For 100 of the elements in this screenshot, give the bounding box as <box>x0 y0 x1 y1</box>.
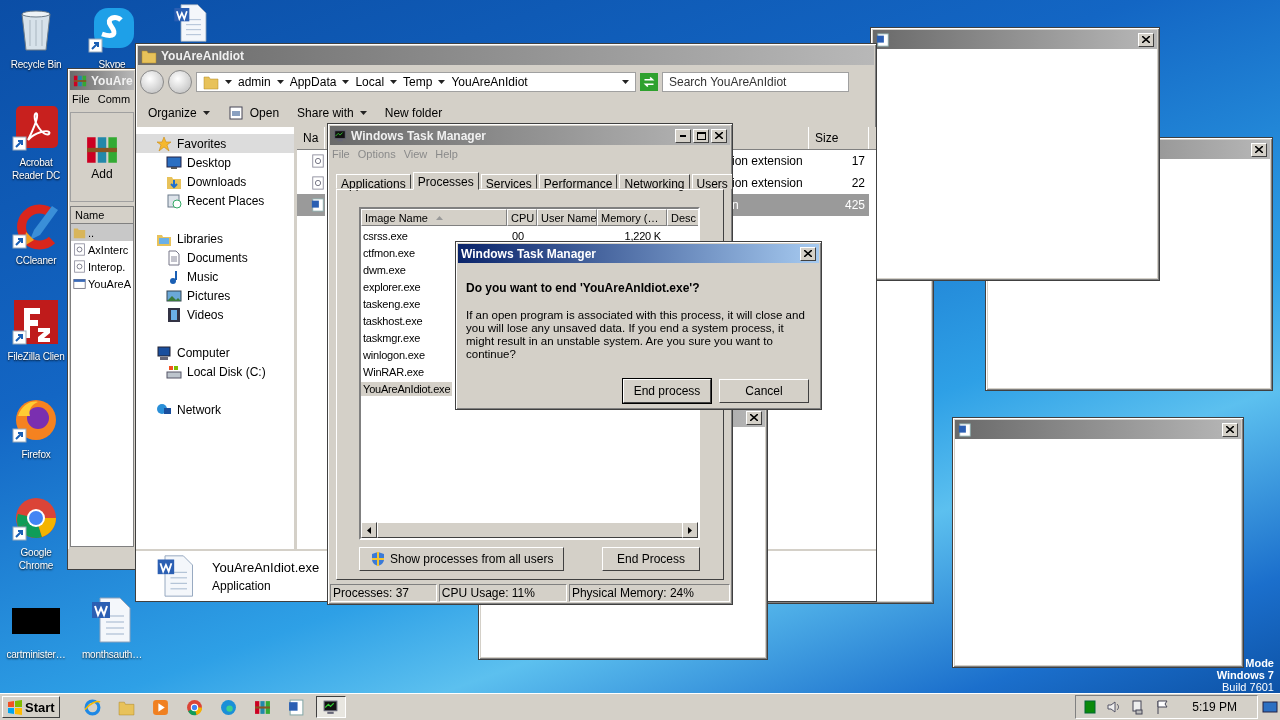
nav-item[interactable]: Favorites <box>136 134 294 153</box>
breadcrumb-item[interactable]: Temp <box>403 75 433 89</box>
close-button[interactable] <box>1222 422 1238 437</box>
file-row[interactable]: YouAreA <box>71 275 133 292</box>
tab[interactable]: Networking <box>619 174 690 189</box>
document-icon <box>958 422 972 437</box>
start-button[interactable]: Start <box>2 696 60 718</box>
breadcrumb-item[interactable]: AppData <box>289 75 337 89</box>
column-header[interactable]: Na <box>297 127 325 149</box>
file-row[interactable]: Interop. <box>71 258 133 275</box>
show-desktop-icon[interactable] <box>1262 699 1278 715</box>
close-button[interactable] <box>1251 142 1267 157</box>
table-cell-text: 00 <box>511 229 525 242</box>
toolbar-label[interactable]: Add <box>91 167 113 181</box>
table-cell-text: 1,220 K <box>623 229 662 242</box>
breadcrumb-item[interactable]: Local <box>355 75 385 89</box>
process-name[interactable]: dwm.exe <box>361 262 408 277</box>
tab[interactable]: Performance <box>538 174 618 189</box>
show-all-button[interactable]: Show processes from all users <box>359 547 565 571</box>
maximize-button[interactable] <box>693 128 709 143</box>
file-size-cell[interactable]: 22 <box>809 172 869 194</box>
column-header[interactable]: Desc <box>667 209 698 226</box>
document-app-icon[interactable] <box>12 104 60 152</box>
nav-item[interactable]: Network <box>136 400 294 419</box>
menu-item[interactable]: File <box>72 93 90 107</box>
column-header[interactable]: Name <box>71 207 133 224</box>
icon-label[interactable]: Recycle Bin <box>10 58 62 71</box>
nav-item[interactable]: Desktop <box>136 153 294 172</box>
end-process-button[interactable]: End Process <box>602 547 700 571</box>
window-title: YouAre <box>91 73 133 88</box>
close-button[interactable] <box>711 128 727 143</box>
archive-icon <box>73 73 87 88</box>
icon-label[interactable]: CCleaner <box>15 254 57 267</box>
process-name[interactable]: ctfmon.exe <box>361 245 417 260</box>
icon-label[interactable]: Firefox <box>21 448 51 461</box>
nav-item[interactable]: Libraries <box>136 229 294 248</box>
app-icon[interactable] <box>12 298 60 346</box>
toolbar-button[interactable]: Organize <box>148 106 210 120</box>
process-name[interactable]: taskeng.exe <box>361 296 423 311</box>
menu-item[interactable]: Comm <box>97 93 131 107</box>
close-button[interactable] <box>1138 32 1154 47</box>
dialog-button[interactable]: Cancel <box>719 379 809 403</box>
tab[interactable]: Applications <box>336 174 411 189</box>
process-name[interactable]: taskmgr.exe <box>361 330 423 345</box>
dialog-message: If an open program is associated with this process, it will close and you will lose any unsaved data. If you end a system process, it might result in an unstable system. Are you sure you want to continue? <box>466 309 806 361</box>
close-icon <box>1142 36 1150 43</box>
flag-icon[interactable] <box>1154 699 1171 715</box>
close-button[interactable] <box>800 246 816 261</box>
process-name[interactable]: YouAreAnIdiot.exe <box>361 381 453 396</box>
toolbar-button[interactable]: New folder <box>384 106 443 120</box>
process-name[interactable]: taskhost.exe <box>361 313 425 328</box>
brush-icon[interactable] <box>12 202 60 250</box>
column-header[interactable]: Memory (… <box>597 209 667 226</box>
process-name[interactable]: winlogon.exe <box>361 347 427 362</box>
process-name[interactable]: WinRAR.exe <box>361 364 426 379</box>
breadcrumb-item[interactable]: admin <box>238 75 271 89</box>
address-bar[interactable]: admin AppData Local Temp YouAreAnIdiot <box>196 72 636 92</box>
settings-file-icon <box>73 260 86 273</box>
nav-item[interactable]: Videos <box>136 305 294 324</box>
star-icon <box>156 135 172 152</box>
chat-app-icon[interactable] <box>88 6 136 54</box>
file-row[interactable]: .. <box>71 224 133 241</box>
file-row[interactable]: AxInterc <box>71 241 133 258</box>
toolbar-button[interactable]: Open <box>227 105 280 121</box>
arrow-right-icon[interactable] <box>688 526 692 534</box>
process-name[interactable]: explorer.exe <box>361 279 423 294</box>
scrollbar[interactable] <box>361 522 698 538</box>
nav-item[interactable]: Documents <box>136 248 294 267</box>
search-field[interactable]: Search YouAreAnIdiot <box>662 72 849 92</box>
forward-button[interactable] <box>168 70 192 94</box>
file-size-cell[interactable]: 17 <box>809 150 869 172</box>
nav-item[interactable]: Local Disk (C:) <box>136 362 294 381</box>
column-header[interactable]: CPU <box>507 209 537 226</box>
nav-item[interactable]: Pictures <box>136 286 294 305</box>
status-square-icon[interactable] <box>1082 699 1099 715</box>
tab[interactable]: Processes <box>412 172 479 190</box>
file-type-cell[interactable]: ion extension <box>729 150 809 172</box>
taskbar-button[interactable] <box>315 696 346 718</box>
column-header[interactable]: Size <box>809 127 869 149</box>
column-header[interactable]: Image Name <box>361 209 507 226</box>
column-header[interactable]: User Name <box>537 209 597 226</box>
tab[interactable]: Services <box>480 174 537 189</box>
icon-label[interactable]: Acrobat Reader DC <box>4 156 68 182</box>
close-button[interactable] <box>746 410 762 425</box>
process-name[interactable]: csrss.exe <box>361 228 410 243</box>
nav-item[interactable]: Downloads <box>136 172 294 191</box>
nav-item[interactable]: Computer <box>136 343 294 362</box>
file-type-cell[interactable]: ion extension <box>729 172 809 194</box>
toolbar-button[interactable]: Share with <box>297 106 367 120</box>
breadcrumb-item[interactable]: YouAreAnIdiot <box>451 75 528 89</box>
nav-item[interactable]: Music <box>136 267 294 286</box>
icon-label[interactable]: Google Chrome <box>4 546 68 572</box>
arrow-left-icon[interactable] <box>367 526 371 534</box>
tab[interactable]: Users <box>691 174 732 189</box>
back-button[interactable] <box>140 70 164 94</box>
dialog-button[interactable]: End process <box>623 379 711 403</box>
minimize-button[interactable] <box>675 128 691 143</box>
icon-label[interactable]: FileZilla Clien <box>7 350 65 363</box>
nav-item[interactable]: Recent Places <box>136 191 294 210</box>
refresh-icon[interactable] <box>640 73 658 91</box>
